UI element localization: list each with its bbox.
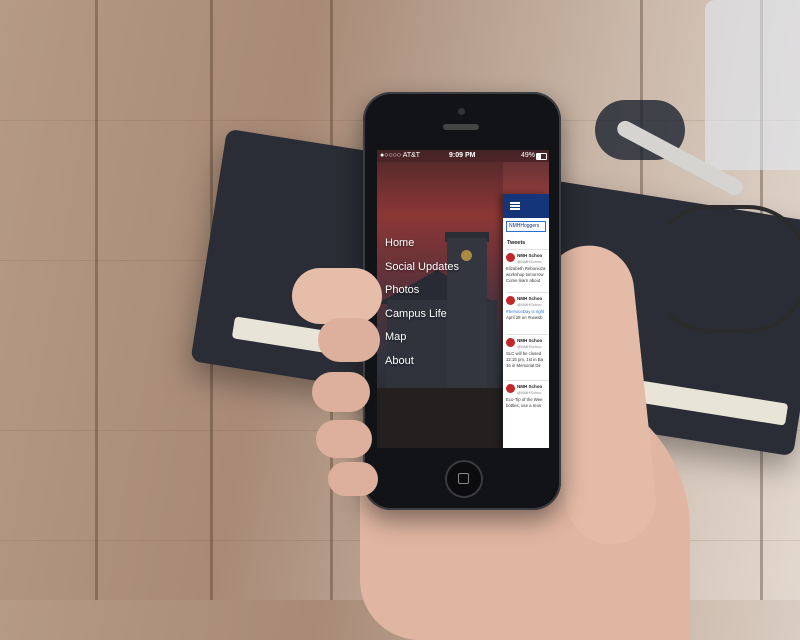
battery-icon xyxy=(536,153,547,160)
hand-thumb xyxy=(292,268,382,324)
phone-screen: ●○○○○ AT&T 9:09 PM 49% Home Social Updat… xyxy=(377,150,549,448)
avatar xyxy=(506,296,515,305)
status-bar: ●○○○○ AT&T 9:09 PM 49% xyxy=(377,150,549,162)
social-updates-panel[interactable]: NMHHoggers Tweets NMH Schoo @NMHSchoo El… xyxy=(503,194,549,448)
menu-item-campus-life[interactable]: Campus Life xyxy=(385,303,459,327)
avatar xyxy=(506,253,515,262)
tweet-author: NMH Schoo xyxy=(517,384,543,389)
hand-finger xyxy=(316,420,372,458)
tweet-item[interactable]: NMH Schoo @NMHSchoo #ServiceDay is right… xyxy=(506,292,549,333)
tweet-line: 16 in Memorial Dir xyxy=(506,363,541,368)
tweet-author: NMH Schoo xyxy=(517,296,543,301)
tweet-item[interactable]: NMH Schoo @NMHSchoo Eco-Tip of the Wee b… xyxy=(506,380,549,421)
hand-finger xyxy=(318,318,380,362)
front-camera xyxy=(458,108,465,115)
tweet-text: Elizabeth Rebonioza workshop tomorrow Co… xyxy=(506,266,549,284)
drinking-glass xyxy=(705,0,800,170)
tweet-line: bottles, use a reus xyxy=(506,403,542,408)
tweet-handle: @NMHSchoo xyxy=(517,344,542,349)
clock-time: 9:09 PM xyxy=(449,152,476,159)
tweet-author: NMH Schoo xyxy=(517,338,543,343)
earphone-cable xyxy=(650,205,800,333)
tweet-handle: @NMHSchoo xyxy=(517,390,542,395)
avatar xyxy=(506,338,515,347)
side-menu: Home Social Updates Photos Campus Life M… xyxy=(385,232,459,373)
menu-item-map[interactable]: Map xyxy=(385,326,459,350)
plank-seam xyxy=(95,0,98,600)
earpiece-speaker xyxy=(443,124,479,130)
home-square-glyph xyxy=(458,473,469,484)
menu-item-home[interactable]: Home xyxy=(385,232,459,256)
smartphone: ●○○○○ AT&T 9:09 PM 49% Home Social Updat… xyxy=(363,92,561,510)
hand-finger xyxy=(328,462,378,496)
tweet-item[interactable]: NMH Schoo @NMHSchoo Elizabeth Rebonioza … xyxy=(506,249,549,290)
tweets-heading: Tweets xyxy=(507,240,526,246)
tweet-item[interactable]: NMH Schoo @NMHSchoo SLC will be closed 1… xyxy=(506,334,549,375)
hamburger-icon[interactable] xyxy=(510,202,520,210)
tweet-text: SLC will be closed 12:15 pm, 1st in Ba 1… xyxy=(506,351,549,369)
carrier-label: ●○○○○ AT&T xyxy=(380,152,421,159)
tweet-text: Eco-Tip of the Wee bottles, use a reus xyxy=(506,397,549,409)
home-button-icon[interactable] xyxy=(445,460,483,498)
menu-item-social-updates[interactable]: Social Updates xyxy=(385,256,459,280)
tweet-line: Come learn about xyxy=(506,278,541,283)
tweet-handle: @NMHSchoo xyxy=(517,259,542,264)
menu-item-photos[interactable]: Photos xyxy=(385,279,459,303)
tweet-author: NMH Schoo xyxy=(517,253,543,258)
battery-percent: 49% xyxy=(520,152,535,159)
hashtag-search-chip[interactable]: NMHHoggers xyxy=(506,221,546,232)
avatar xyxy=(506,384,515,393)
tweet-handle: @NMHSchoo xyxy=(517,302,542,307)
tweet-line: April 28 on #newsb xyxy=(506,315,543,320)
panel-header xyxy=(503,194,549,218)
tweet-text: #ServiceDay is right April 28 on #newsb xyxy=(506,309,549,321)
battery-fill xyxy=(537,154,542,159)
menu-item-about[interactable]: About xyxy=(385,350,459,374)
hand-finger xyxy=(312,372,370,412)
